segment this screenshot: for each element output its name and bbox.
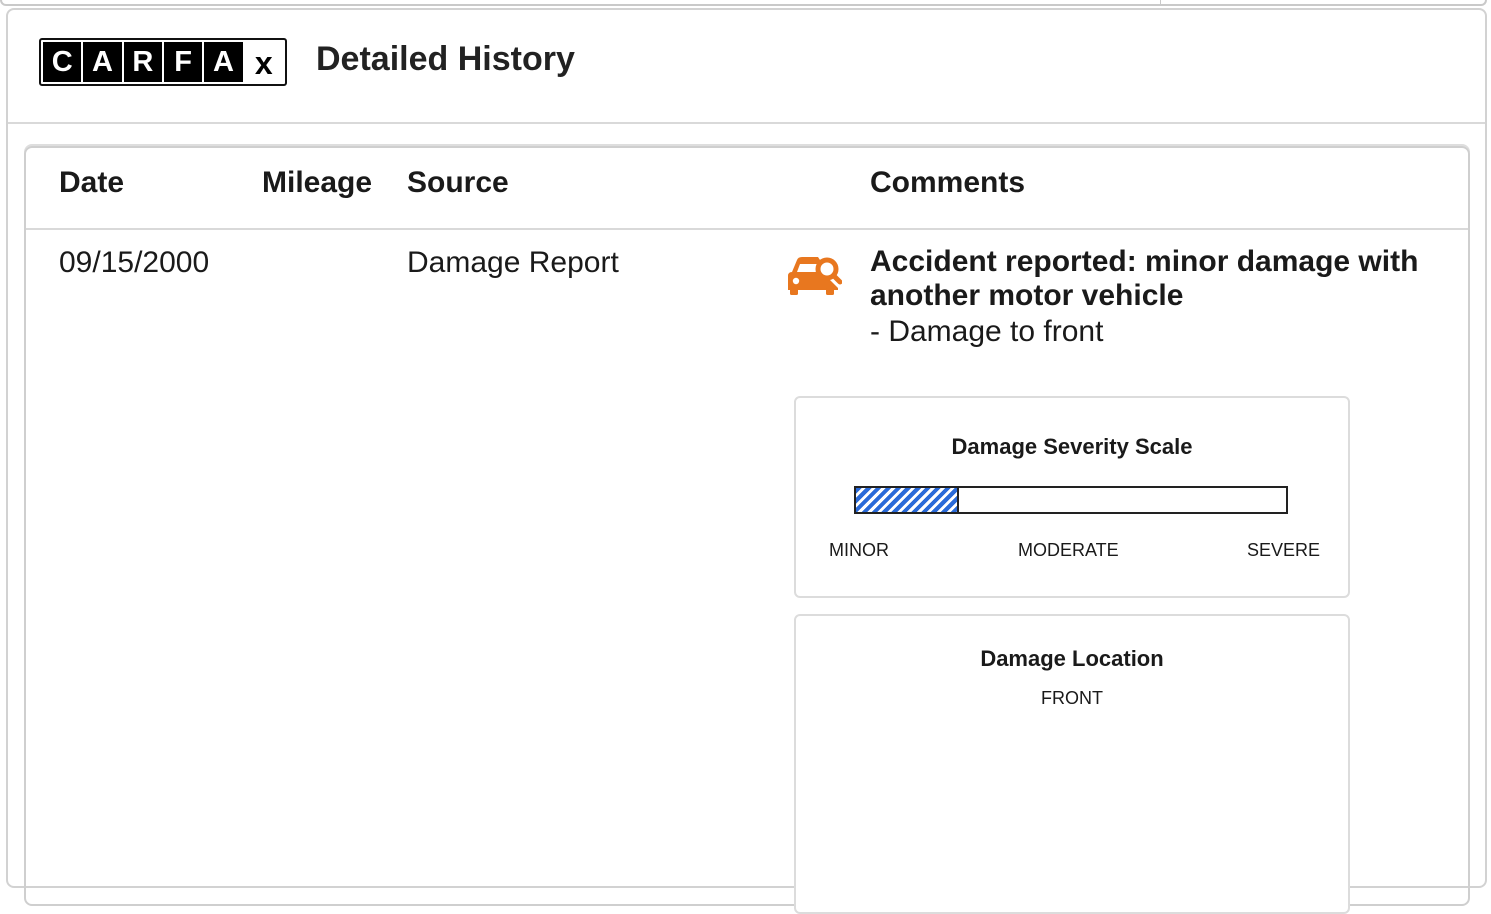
column-header-comments: Comments — [870, 166, 1026, 199]
accident-comment-detail: - Damage to front — [870, 315, 1104, 348]
severity-label-moderate: MODERATE — [1018, 540, 1119, 560]
accident-comment-title: Accident reported: minor damage with ano… — [870, 245, 1419, 312]
page-title: Detailed History — [316, 40, 575, 78]
severity-label-severe: SEVERE — [1247, 540, 1321, 560]
panel-divider — [1160, 0, 1161, 6]
logo-letter: R — [123, 42, 162, 82]
severity-scale-bar — [854, 486, 1288, 514]
car-damage-search-icon — [786, 252, 843, 296]
column-header-date: Date — [59, 166, 125, 199]
severity-title: Damage Severity Scale — [951, 434, 1193, 459]
panel-header: C A R F A x Detailed History — [8, 10, 1485, 124]
location-value: FRONT — [1041, 688, 1103, 708]
logo-letter: F — [163, 42, 203, 82]
table-header: Date Mileage Source Comments — [26, 148, 1468, 230]
severity-level-fill — [856, 488, 960, 512]
damage-location-card: Damage Location FRONT — [794, 614, 1350, 914]
row-date: 09/15/2000 — [59, 246, 210, 279]
detailed-history-panel: C A R F A x Detailed History Date Mileag… — [6, 8, 1487, 914]
carfax-logo: C A R F A x — [39, 38, 287, 86]
logo-letter: C — [43, 42, 82, 82]
previous-panel-edge — [0, 0, 1487, 6]
logo-letter: A — [83, 42, 122, 82]
history-table-card: Date Mileage Source Comments 09/15/2000 … — [24, 146, 1470, 914]
logo-letter: A — [204, 42, 243, 82]
row-source: Damage Report — [407, 246, 619, 279]
column-header-mileage: Mileage — [262, 166, 373, 199]
column-header-source: Source — [407, 166, 509, 199]
severity-label-minor: MINOR — [829, 540, 889, 560]
logo-letter: x — [244, 42, 283, 82]
location-title: Damage Location — [980, 646, 1164, 671]
damage-severity-card: Damage Severity Scale MINOR MODERATE SEV… — [794, 396, 1350, 598]
